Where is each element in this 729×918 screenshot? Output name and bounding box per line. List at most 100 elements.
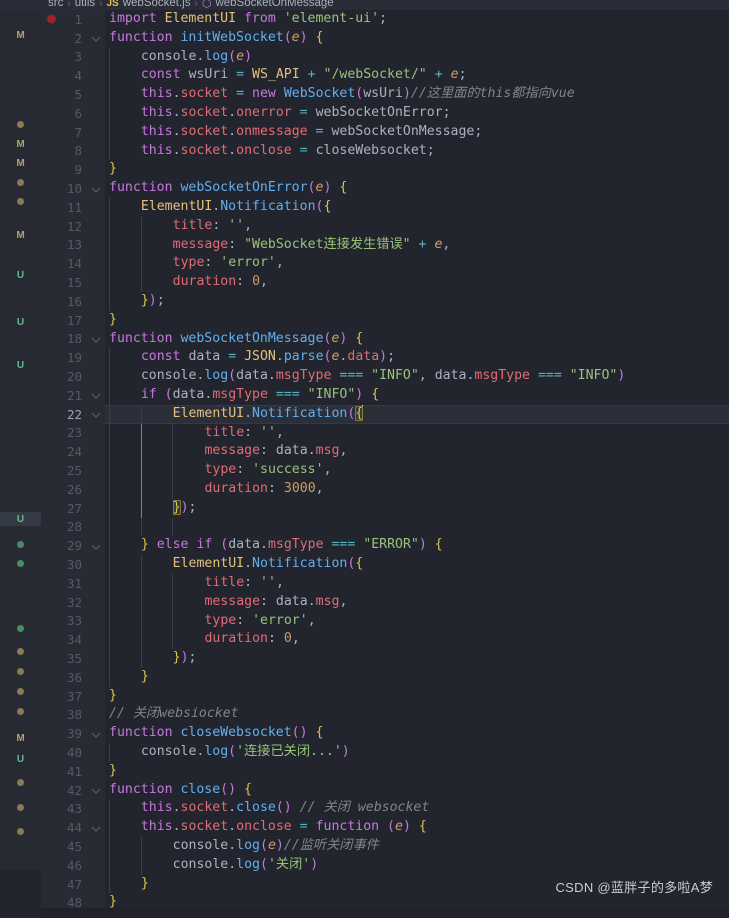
gutter-row[interactable]: 28 <box>41 518 105 537</box>
gutter-row[interactable]: 26 <box>41 480 105 499</box>
code-line[interactable]: title: '', <box>105 423 729 443</box>
code-line[interactable]: duration: 3000, <box>105 479 729 499</box>
ruler-mark-dot[interactable] <box>0 704 41 718</box>
ruler-mark-dot[interactable] <box>0 644 41 658</box>
breadcrumb-item-src[interactable]: src <box>48 0 63 9</box>
code-line[interactable]: }); <box>105 649 729 668</box>
ruler-mark-U[interactable]: U <box>0 512 41 526</box>
code-line[interactable]: // 关闭websiocket <box>105 705 729 724</box>
gutter-row[interactable]: 1 <box>41 10 105 29</box>
ruler-mark-U[interactable]: U <box>0 268 41 282</box>
code-line[interactable]: function webSocketOnMessage(e) { <box>105 330 729 349</box>
ruler-mark-dot[interactable] <box>0 175 41 189</box>
code-line[interactable]: ElementUI.Notification({ <box>105 197 729 217</box>
gutter-row[interactable]: 42 <box>41 781 105 800</box>
gutter-row[interactable]: 39 <box>41 724 105 743</box>
code-line[interactable]: this.socket.onerror = webSocketOnError; <box>105 103 729 123</box>
editor-gutter[interactable]: 1 2 3 4 5 6 7 8 9 10 11 12 13 14 15 16 17 18 19 20 21 22 23 24 2… <box>41 10 105 918</box>
code-line[interactable]: } <box>105 667 729 687</box>
ruler-mark-dot[interactable] <box>0 194 41 208</box>
code-line[interactable]: type: 'success', <box>105 461 729 480</box>
gutter-row[interactable]: 22 <box>41 405 105 424</box>
gutter-row[interactable]: 10 <box>41 179 105 198</box>
ruler-mark-dot[interactable] <box>0 117 41 131</box>
ruler-mark-U[interactable]: U <box>0 315 41 329</box>
ruler-mark-M[interactable]: M <box>0 28 41 42</box>
ruler-mark-dot[interactable] <box>0 824 41 838</box>
gutter-row[interactable]: 7 <box>41 123 105 142</box>
code-line[interactable]: duration: 0, <box>105 273 729 292</box>
gutter-row[interactable]: 13 <box>41 236 105 255</box>
gutter-row[interactable]: 21 <box>41 386 105 405</box>
breadcrumb-item-symbol[interactable]: webSocketOnMessage <box>215 0 333 9</box>
gutter-row[interactable]: 41 <box>41 762 105 781</box>
ruler-mark-dot[interactable] <box>0 556 41 570</box>
code-line[interactable]: message: "WebSocket连接发生错误" + e, <box>105 235 729 255</box>
ruler-mark-dot[interactable] <box>0 800 41 814</box>
gutter-row[interactable]: 14 <box>41 254 105 273</box>
gutter-row[interactable]: 20 <box>41 367 105 386</box>
code-line[interactable]: ElementUI.Notification({ <box>105 404 729 424</box>
fold-chevron-down-icon[interactable] <box>92 823 101 832</box>
code-line[interactable]: type: 'error', <box>105 611 729 631</box>
code-line[interactable]: function close() { <box>105 781 729 800</box>
ruler-mark-dot[interactable] <box>0 621 41 635</box>
code-line[interactable]: title: '', <box>105 573 729 593</box>
gutter-row[interactable]: 12 <box>41 217 105 236</box>
code-line[interactable]: duration: 0, <box>105 630 729 650</box>
gutter-row[interactable]: 33 <box>41 612 105 631</box>
code-line[interactable]: }); <box>105 498 729 518</box>
ruler-mark-dot[interactable] <box>0 684 41 698</box>
code-line[interactable]: this.socket.close() // 关闭 websocket <box>105 799 729 819</box>
gutter-row[interactable]: 18 <box>41 330 105 349</box>
gutter-row[interactable]: 31 <box>41 574 105 593</box>
gutter-row[interactable]: 47 <box>41 875 105 894</box>
ruler-mark-U[interactable]: U <box>0 752 41 766</box>
gutter-row[interactable]: 11 <box>41 198 105 217</box>
gutter-row[interactable]: 32 <box>41 593 105 612</box>
gutter-row[interactable]: 17 <box>41 311 105 330</box>
fold-chevron-down-icon[interactable] <box>92 391 101 400</box>
overview-ruler[interactable]: MMMMUUUUMU <box>0 10 41 870</box>
code-line[interactable]: type: 'error', <box>105 254 729 274</box>
gutter-row[interactable]: 43 <box>41 799 105 818</box>
code-line[interactable]: console.log(data.msgType === "INFO", dat… <box>105 367 729 386</box>
ruler-mark-dot[interactable] <box>0 537 41 551</box>
code-line[interactable]: console.log(e) <box>105 47 729 67</box>
code-line[interactable]: }); <box>105 291 729 311</box>
fold-chevron-down-icon[interactable] <box>92 541 101 550</box>
gutter-row[interactable]: 44 <box>41 818 105 837</box>
gutter-row[interactable]: 34 <box>41 630 105 649</box>
code-line[interactable]: ElementUI.Notification({ <box>105 555 729 574</box>
code-line[interactable]: } <box>105 311 729 330</box>
ruler-mark-M[interactable]: M <box>0 156 41 170</box>
fold-chevron-down-icon[interactable] <box>92 410 101 419</box>
gutter-row[interactable]: 23 <box>41 424 105 443</box>
fold-chevron-down-icon[interactable] <box>92 334 101 343</box>
ruler-mark-dot[interactable] <box>0 775 41 789</box>
code-line[interactable]: } <box>105 160 729 179</box>
ruler-mark-M[interactable]: M <box>0 228 41 242</box>
gutter-row[interactable]: 40 <box>41 743 105 762</box>
breadcrumb-item-file[interactable]: webSocket.js <box>123 0 191 9</box>
gutter-row[interactable]: 4 <box>41 66 105 85</box>
code-line[interactable]: this.socket.onclose = function (e) { <box>105 818 729 838</box>
code-content[interactable]: import ElementUI from 'element-ui'; funct… <box>105 10 729 918</box>
fold-chevron-down-icon[interactable] <box>92 786 101 795</box>
gutter-row[interactable]: 3 <box>41 48 105 67</box>
breadcrumb-item-utils[interactable]: utils <box>75 0 95 9</box>
gutter-row[interactable]: 8 <box>41 142 105 161</box>
ruler-mark-M[interactable]: M <box>0 731 41 745</box>
gutter-row[interactable]: 19 <box>41 348 105 367</box>
code-line[interactable]: const data = JSON.parse(e.data); <box>105 348 729 368</box>
gutter-row[interactable]: 37 <box>41 687 105 706</box>
gutter-row[interactable]: 45 <box>41 837 105 856</box>
gutter-row[interactable]: 25 <box>41 461 105 480</box>
code-line[interactable]: this.socket = new WebSocket(wsUri)//这里面的… <box>105 85 729 104</box>
code-line[interactable]: const wsUri = WS_API + "/webSocket/" + e… <box>105 66 729 86</box>
ruler-mark-U[interactable]: U <box>0 358 41 372</box>
code-line[interactable]: message: data.msg, <box>105 442 729 462</box>
fold-chevron-down-icon[interactable] <box>92 729 101 738</box>
gutter-row[interactable]: 27 <box>41 499 105 518</box>
gutter-row[interactable]: 9 <box>41 160 105 179</box>
